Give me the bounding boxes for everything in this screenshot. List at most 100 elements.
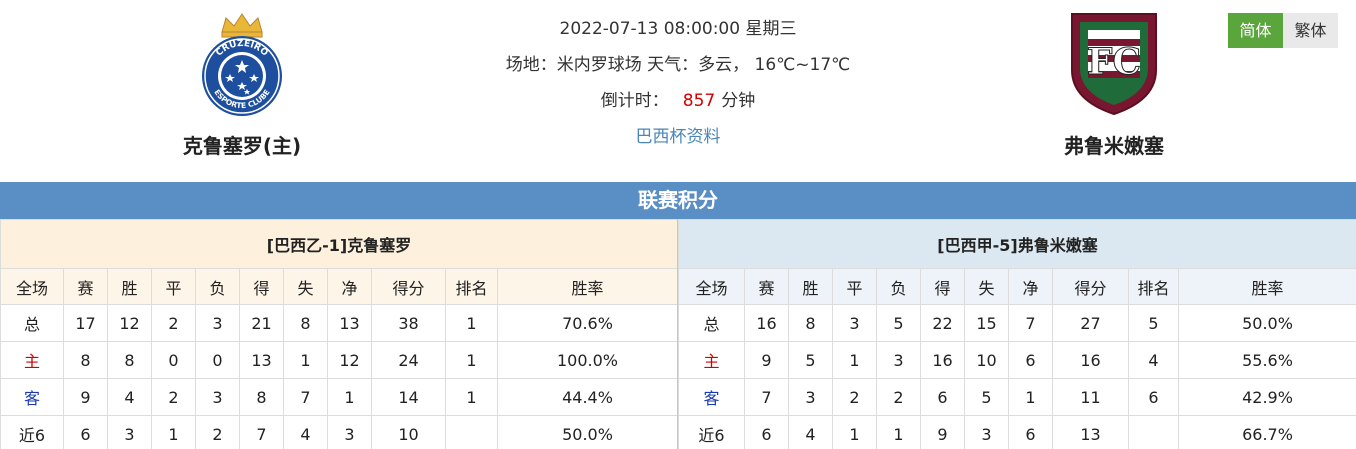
simplified-chinese-button[interactable]: 简体	[1228, 13, 1283, 48]
table-row: 主 9 5 1 3 16 10 6 16 4 55.6%	[678, 341, 1356, 379]
table-row: 主 8 8 0 0 13 1 12 24 1 100.0%	[0, 341, 678, 379]
table-cell: 2	[151, 378, 196, 416]
table-cell: 42.9%	[1177, 378, 1356, 416]
match-header: CRUZEIRO ESPORTE CLUBE 克鲁塞罗(主) 2022-07-1…	[0, 0, 1356, 182]
away-team[interactable]: FC 弗鲁米嫩塞	[994, 8, 1234, 159]
row-label: 总	[678, 304, 745, 342]
column-header: 赛	[63, 268, 108, 305]
table-cell: 8	[63, 341, 108, 379]
table-cell: 9	[63, 378, 108, 416]
table-cell: 2	[195, 415, 240, 449]
table-caption: [巴西甲-5]弗鲁米嫩塞	[677, 219, 1356, 269]
table-cell: 1	[832, 415, 877, 449]
language-switch: 简体 繁体	[1228, 13, 1338, 48]
column-header: 胜率	[497, 268, 678, 305]
table-cell: 13	[239, 341, 284, 379]
match-countdown: 倒计时： 857 分钟	[428, 86, 928, 122]
table-divider	[677, 219, 678, 449]
row-label: 总	[0, 304, 64, 342]
table-cell: 1	[445, 304, 498, 342]
column-header: 全场	[0, 268, 64, 305]
table-cell: 55.6%	[1177, 341, 1356, 379]
column-header: 得分	[371, 268, 446, 305]
table-cell: 7	[744, 378, 789, 416]
table-cell: 9	[920, 415, 965, 449]
league-standings-title: 联赛积分	[0, 182, 1356, 219]
table-cell: 3	[195, 304, 240, 342]
table-cell: 66.7%	[1177, 415, 1356, 449]
table-cell: 13	[327, 304, 372, 342]
table-cell: 6	[63, 415, 108, 449]
table-cell: 24	[371, 341, 446, 379]
table-cell: 12	[327, 341, 372, 379]
column-header: 得	[239, 268, 284, 305]
table-cell: 27	[1052, 304, 1129, 342]
table-cell: 44.4%	[497, 378, 678, 416]
countdown-value: 857	[682, 91, 716, 111]
row-label: 近6	[0, 415, 64, 449]
table-cell: 1	[151, 415, 196, 449]
column-header: 排名	[445, 268, 498, 305]
home-team-name: 克鲁塞罗(主)	[182, 134, 302, 158]
table-cell: 11	[1052, 378, 1129, 416]
table-cell: 3	[964, 415, 1009, 449]
table-cell: 8	[239, 378, 284, 416]
table-cell: 1	[445, 378, 498, 416]
row-label: 近6	[678, 415, 745, 449]
table-cell: 2	[832, 378, 877, 416]
table-cell: 1	[876, 415, 921, 449]
table-cell: 6	[1008, 341, 1053, 379]
table-cell: 8	[283, 304, 328, 342]
row-label: 客	[678, 378, 745, 416]
table-cell: 5	[788, 341, 833, 379]
table-cell: 4	[788, 415, 833, 449]
column-header: 全场	[678, 268, 745, 305]
table-cell: 9	[744, 341, 789, 379]
away-team-name: 弗鲁米嫩塞	[1064, 134, 1164, 158]
countdown-unit: 分钟	[721, 91, 756, 111]
svg-text:FC: FC	[1087, 41, 1141, 83]
countdown-label: 倒计时：	[600, 91, 669, 111]
column-header: 负	[195, 268, 240, 305]
column-header: 胜	[107, 268, 152, 305]
column-header: 净	[327, 268, 372, 305]
table-cell: 70.6%	[497, 304, 678, 342]
table-cell: 14	[371, 378, 446, 416]
row-label: 主	[678, 341, 745, 379]
table-cell: 50.0%	[497, 415, 678, 449]
fluminense-logo-icon: FC	[1071, 13, 1157, 116]
row-label: 主	[0, 341, 64, 379]
table-cell: 4	[1128, 341, 1179, 379]
table-cell: 1	[327, 378, 372, 416]
table-cell: 4	[283, 415, 328, 449]
traditional-chinese-button[interactable]: 繁体	[1283, 13, 1338, 48]
table-cell	[445, 415, 498, 449]
table-cell: 7	[283, 378, 328, 416]
table-cell: 8	[107, 341, 152, 379]
table-cell: 100.0%	[497, 341, 678, 379]
table-cell: 3	[107, 415, 152, 449]
column-header: 得分	[1052, 268, 1129, 305]
home-standings-table: [巴西乙-1]克鲁塞罗 全场赛胜平负得失净得分 排名 胜率总 17 12 2 3 21 8 13 38…	[0, 219, 678, 449]
table-cell: 13	[1052, 415, 1129, 449]
table-cell: 50.0%	[1177, 304, 1356, 342]
table-cell: 1	[445, 341, 498, 379]
table-cell: 6	[920, 378, 965, 416]
table-cell: 3	[876, 341, 921, 379]
table-cell: 1	[283, 341, 328, 379]
table-cell: 3	[327, 415, 372, 449]
table-cell: 8	[788, 304, 833, 342]
table-cell: 38	[371, 304, 446, 342]
table-cell: 6	[1008, 415, 1053, 449]
table-cell: 6	[744, 415, 789, 449]
table-cell: 6	[1128, 378, 1179, 416]
table-row: 总 17 12 2 3 21 8 13 38 1 70.6%	[0, 304, 678, 342]
home-team[interactable]: CRUZEIRO ESPORTE CLUBE 克鲁塞罗(主)	[122, 8, 362, 159]
table-row: 客 9 4 2 3 8 7 1 14 1 44.4%	[0, 378, 678, 416]
match-info: 2022-07-13 08:00:00 星期三 场地：米内罗球场 天气：多云， …	[428, 14, 928, 158]
cup-info-link[interactable]: 巴西杯资料	[636, 127, 721, 147]
column-header: 负	[876, 268, 921, 305]
table-cell: 16	[744, 304, 789, 342]
table-cell: 2	[151, 304, 196, 342]
table-cell: 10	[964, 341, 1009, 379]
